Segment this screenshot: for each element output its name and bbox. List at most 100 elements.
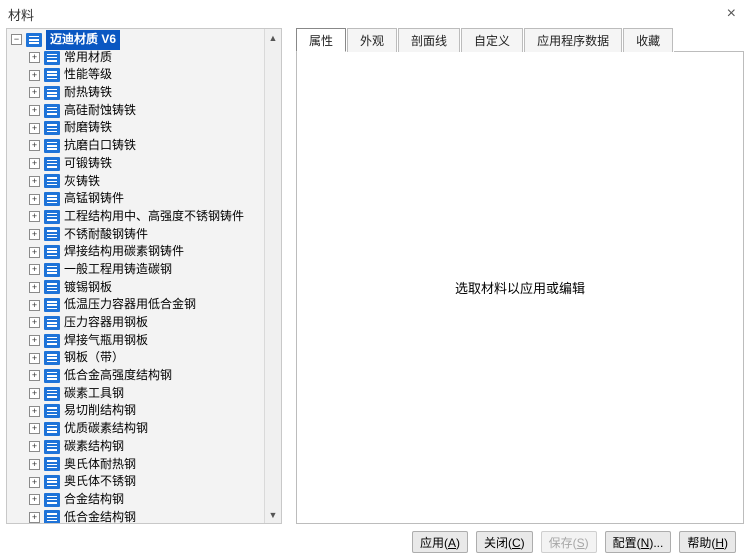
tree-node[interactable]: + 低温压力容器用低合金钢: [7, 296, 264, 314]
tree-node[interactable]: + 高硅耐蚀铸铁: [7, 102, 264, 120]
tab-3[interactable]: 自定义: [461, 28, 523, 52]
material-category-icon: [44, 139, 60, 153]
tree-node-label: 低合金结构钢: [64, 509, 136, 523]
material-tree[interactable]: −迈迪材质 V6+常用材质+性能等级+耐热铸铁+高硅耐蚀铸铁+耐磨铸铁+抗磨白口…: [7, 29, 264, 523]
tree-node-label: 低温压力容器用低合金钢: [64, 296, 196, 314]
expand-toggle[interactable]: +: [29, 105, 40, 116]
expand-toggle[interactable]: +: [29, 229, 40, 240]
tree-root-node[interactable]: −迈迪材质 V6: [7, 31, 264, 49]
expand-toggle[interactable]: +: [29, 211, 40, 222]
expand-toggle[interactable]: +: [29, 477, 40, 488]
scroll-up-arrow[interactable]: ▲: [265, 29, 282, 46]
expand-toggle[interactable]: +: [29, 317, 40, 328]
tree-node[interactable]: +压力容器用钢板: [7, 314, 264, 332]
tree-node-label: 碳素工具钢: [64, 385, 124, 403]
expand-toggle[interactable]: +: [29, 335, 40, 346]
expand-toggle[interactable]: +: [29, 52, 40, 63]
tree-node[interactable]: + 碳素工具钢: [7, 385, 264, 403]
tree-node[interactable]: +高锰钢铸件: [7, 190, 264, 208]
tree-node-label: 易切削结构钢: [64, 402, 136, 420]
expand-toggle[interactable]: +: [29, 158, 40, 169]
tree-node[interactable]: +耐热铸铁: [7, 84, 264, 102]
collapse-toggle[interactable]: −: [11, 34, 22, 45]
tree-node[interactable]: +常用材质: [7, 49, 264, 67]
tree-node[interactable]: + 不锈耐酸钢铸件: [7, 226, 264, 244]
expand-toggle[interactable]: +: [29, 87, 40, 98]
material-category-icon: [44, 104, 60, 118]
expand-toggle[interactable]: +: [29, 459, 40, 470]
expand-toggle[interactable]: +: [29, 370, 40, 381]
tree-node[interactable]: +一般工程用铸造碳钢: [7, 261, 264, 279]
tree-node[interactable]: +工程结构用中、高强度不锈钢铸件: [7, 208, 264, 226]
config-button[interactable]: 配置(N)...: [605, 531, 672, 553]
tree-node[interactable]: +低合金高强度结构钢: [7, 367, 264, 385]
button-row: 应用(A)关闭(C)保存(S)配置(N)...帮助(H): [0, 524, 750, 560]
window-title: 材料: [8, 5, 34, 24]
expand-toggle[interactable]: +: [29, 494, 40, 505]
tab-4[interactable]: 应用程序数据: [524, 28, 622, 52]
tree-node-label: 高硅耐蚀铸铁: [64, 102, 136, 120]
close-icon[interactable]: ×: [721, 5, 742, 23]
expand-toggle[interactable]: +: [29, 70, 40, 81]
button-label: 关闭(C): [484, 534, 525, 551]
tree-node[interactable]: + 焊接结构用碳素钢铸件: [7, 243, 264, 261]
expand-toggle[interactable]: +: [29, 264, 40, 275]
tree-node[interactable]: +焊接气瓶用钢板: [7, 332, 264, 350]
material-category-icon: [44, 263, 60, 277]
expand-toggle[interactable]: +: [29, 388, 40, 399]
tree-node[interactable]: +灰铸铁: [7, 173, 264, 191]
tree-node[interactable]: + 镀锡钢板: [7, 279, 264, 297]
tree-node-label: 碳素结构钢: [64, 438, 124, 456]
expand-toggle[interactable]: +: [29, 140, 40, 151]
material-category-icon: [44, 245, 60, 259]
tab-2[interactable]: 剖面线: [398, 28, 460, 52]
tree-node[interactable]: + 易切削结构钢: [7, 402, 264, 420]
expand-toggle[interactable]: +: [29, 176, 40, 187]
scroll-down-arrow[interactable]: ▼: [265, 506, 282, 523]
tree-node[interactable]: +抗磨白口铸铁: [7, 137, 264, 155]
material-category-icon: [44, 387, 60, 401]
material-category-icon: [44, 121, 60, 135]
tree-node[interactable]: +优质碳素结构钢: [7, 420, 264, 438]
tree-node[interactable]: + 性能等级: [7, 66, 264, 84]
material-tree-panel: −迈迪材质 V6+常用材质+性能等级+耐热铸铁+高硅耐蚀铸铁+耐磨铸铁+抗磨白口…: [6, 28, 282, 524]
tab-1[interactable]: 外观: [347, 28, 397, 52]
tree-node[interactable]: +可锻铸铁: [7, 155, 264, 173]
expand-toggle[interactable]: +: [29, 123, 40, 134]
tab-5[interactable]: 收藏: [623, 28, 673, 52]
close-button[interactable]: 关闭(C): [476, 531, 533, 553]
help-button[interactable]: 帮助(H): [679, 531, 736, 553]
tree-node[interactable]: +奥氏体耐热钢: [7, 456, 264, 474]
tree-scrollbar[interactable]: ▲ ▼: [264, 29, 281, 523]
tree-node-label: 性能等级: [64, 66, 112, 84]
material-category-icon: [44, 68, 60, 82]
tree-node-label: 不锈耐酸钢铸件: [64, 226, 148, 244]
expand-toggle[interactable]: +: [29, 300, 40, 311]
tree-node[interactable]: +合金结构钢: [7, 491, 264, 509]
tree-node-label: 镀锡钢板: [64, 279, 112, 297]
tree-node[interactable]: +钢板（带）: [7, 349, 264, 367]
tree-node[interactable]: + 耐磨铸铁: [7, 119, 264, 137]
expand-toggle[interactable]: +: [29, 423, 40, 434]
material-category-icon: [44, 51, 60, 65]
expand-toggle[interactable]: +: [29, 441, 40, 452]
button-label: 应用(A): [420, 534, 460, 551]
tree-node-label: 耐磨铸铁: [64, 119, 112, 137]
expand-toggle[interactable]: +: [29, 353, 40, 364]
material-category-icon: [44, 369, 60, 383]
expand-toggle[interactable]: +: [29, 512, 40, 523]
tree-node-label: 焊接结构用碳素钢铸件: [64, 243, 184, 261]
expand-toggle[interactable]: +: [29, 247, 40, 258]
tab-0[interactable]: 属性: [296, 28, 346, 52]
tree-node[interactable]: + 碳素结构钢: [7, 438, 264, 456]
expand-toggle[interactable]: +: [29, 406, 40, 417]
material-category-icon: [44, 316, 60, 330]
apply-button[interactable]: 应用(A): [412, 531, 468, 553]
material-category-icon: [44, 457, 60, 471]
tree-node[interactable]: + 低合金结构钢: [7, 509, 264, 523]
material-category-icon: [44, 280, 60, 294]
expand-toggle[interactable]: +: [29, 282, 40, 293]
expand-toggle[interactable]: +: [29, 194, 40, 205]
material-category-icon: [44, 493, 60, 507]
tree-node[interactable]: +奥氏体不锈钢: [7, 473, 264, 491]
